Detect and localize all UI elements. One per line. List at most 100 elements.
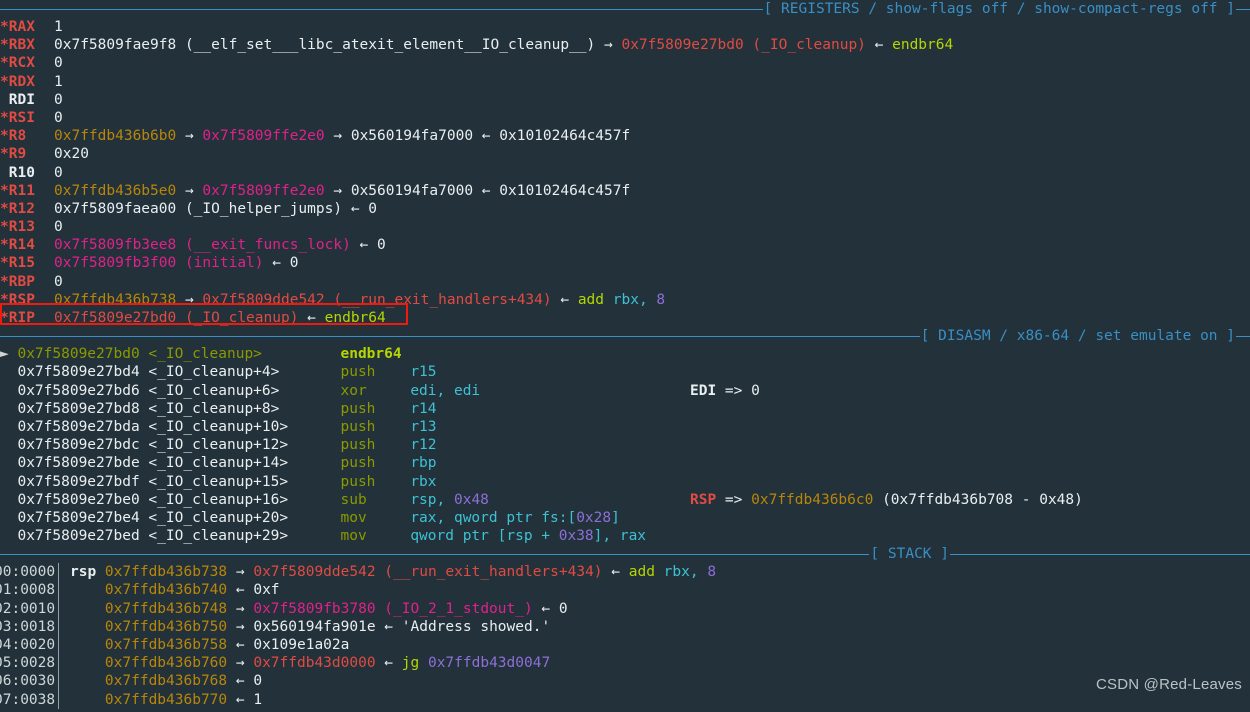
- terminal-screen: [ REGISTERS / show-flags off / show-comp…: [0, 0, 1250, 712]
- disasm-symbol: <_IO_cleanup+6>: [148, 382, 341, 399]
- register-row: *R14 0x7f5809fb3ee8 (__exit_funcs_lock) …: [0, 236, 1250, 254]
- stack-divider: [58, 672, 59, 691]
- disasm-row: 0x7f5809e27bdc <_IO_cleanup+12> push r12: [0, 436, 1250, 454]
- disasm-mnemonic: mov: [340, 509, 411, 526]
- disasm-immediate: 0x38: [558, 528, 594, 545]
- disasm-address: 0x7f5809e27bde: [17, 455, 149, 472]
- disasm-address: 0x7f5809e27bdf: [17, 473, 149, 490]
- register-value-part: 0x7f5809fae9f8: [54, 37, 185, 54]
- register-row: *RAX 1: [0, 18, 1250, 36]
- disasm-row: 0x7f5809e27bdf <_IO_cleanup+15> push rbx: [0, 473, 1250, 491]
- disasm-operand: ]: [611, 509, 620, 526]
- register-value-part: 0: [54, 109, 63, 126]
- register-row: *RBP 0: [0, 273, 1250, 291]
- disasm-side-annotation: RSP => 0x7ffdb436b6c0 (0x7ffdb436b708 - …: [690, 491, 1083, 509]
- register-name: *RIP: [0, 310, 44, 326]
- annotation-expression: (0x7ffdb436b708 - 0x48): [873, 491, 1083, 508]
- disasm-immediate: 0x28: [576, 509, 612, 526]
- stack-row-body: 0x7ffdb436b760 → 0x7ffdb43d0000 ← jg 0x7…: [70, 654, 1250, 672]
- stack-value-part: ←: [532, 600, 559, 617]
- register-value-part: 0x560194fa7000: [350, 182, 474, 199]
- register-row: *R8 0x7ffdb436b6b0 → 0x7f5809ffe2e0 → 0x…: [0, 127, 1250, 145]
- stack-divider: [58, 563, 59, 582]
- register-value-part: 0: [377, 237, 386, 254]
- register-value-part: 0x7f5809faea00 (_IO_helper_jumps): [54, 200, 343, 217]
- stack-row-body: rsp 0x7ffdb436b738 → 0x7f5809dde542 (__r…: [70, 563, 1250, 581]
- disasm-row: 0x7f5809e27bed <_IO_cleanup+29> mov qwor…: [0, 527, 1250, 545]
- disasm-symbol: <_IO_cleanup+15>: [148, 473, 341, 490]
- disasm-operand: qword ptr [rsp +: [410, 528, 559, 545]
- stack-value-part: 0: [253, 673, 263, 690]
- disasm-row-gutter: [0, 510, 17, 526]
- disasm-symbol: <_IO_cleanup>: [148, 346, 341, 363]
- stack-offset: 00:0000: [0, 564, 56, 581]
- stack-value-part: 0x7f5809dde542 (__run_exit_handlers+434): [253, 564, 603, 581]
- register-name: *R13: [0, 219, 44, 236]
- register-name: *RCX: [0, 55, 44, 72]
- stack-value-part: →: [227, 618, 254, 635]
- register-row: R10 0: [0, 164, 1250, 182]
- register-value-part: →: [176, 291, 203, 308]
- register-value-part: 0x7f5809ffe2e0: [202, 182, 325, 199]
- register-value-part: 1: [54, 73, 63, 90]
- register-row: *R15 0x7f5809fb3f00 (initial) ← 0: [0, 254, 1250, 272]
- stack-value-part: ←: [227, 582, 254, 599]
- stack-value-part: 8: [707, 564, 717, 581]
- stack-row: 02:0010 0x7ffdb436b748 → 0x7f5809fb3780 …: [0, 599, 1250, 618]
- disasm-row-gutter: [0, 528, 17, 544]
- disasm-row: ► 0x7f5809e27bd0 <_IO_cleanup> endbr64: [0, 345, 1250, 363]
- stack-value-part: 0x7ffdb436b760: [104, 655, 228, 672]
- register-row: *RSP 0x7ffdb436b738 → 0x7f5809dde542 (__…: [0, 291, 1250, 309]
- register-value-part: →: [595, 37, 622, 54]
- stack-value-part: ←: [227, 673, 254, 690]
- disasm-row: 0x7f5809e27bd6 <_IO_cleanup+6> xor edi, …: [0, 382, 1250, 400]
- annotation-value: 0x7ffdb436b6c0: [751, 491, 874, 508]
- annotation-register: RSP: [690, 491, 717, 508]
- register-row: *RDX 1: [0, 73, 1250, 91]
- register-value-part: 0x7f5809e27bd0 (_IO_cleanup): [54, 310, 299, 326]
- register-name: *R9: [0, 146, 44, 163]
- stack-value-part: 0x7ffdb436b748: [104, 600, 228, 617]
- disasm-banner-label: [ DISASM / x86-64 / set emulate on ]: [920, 328, 1235, 345]
- stack-row-body: 0x7ffdb436b770 ← 1: [70, 691, 1250, 709]
- register-value-part: ←: [263, 255, 290, 272]
- disasm-rule-left: [0, 335, 920, 337]
- stack-value-part: →: [227, 564, 254, 581]
- register-value-part: 0: [289, 255, 299, 272]
- stack-row-body: 0x7ffdb436b740 ← 0xf: [70, 581, 1250, 599]
- stack-value-part: ,: [689, 564, 708, 581]
- register-name: *RSP: [0, 291, 44, 308]
- stack-value-part: ←: [227, 691, 254, 708]
- register-row: RDI 0: [0, 91, 1250, 109]
- stack-value-part: 0x7ffdb436b770: [104, 691, 228, 708]
- register-value-part: 0: [54, 55, 63, 72]
- register-value-part: 8: [656, 291, 666, 308]
- register-value-part: 0x7f5809e27bd0 (_IO_cleanup): [621, 37, 866, 54]
- disassembly-pane: ► 0x7f5809e27bd0 <_IO_cleanup> endbr64 0…: [0, 345, 1250, 545]
- disasm-row: 0x7f5809e27bd8 <_IO_cleanup+8> push r14: [0, 400, 1250, 418]
- stack-row: 07:0038 0x7ffdb436b770 ← 1: [0, 690, 1250, 709]
- stack-section-banner: [ STACK ]: [0, 545, 1250, 563]
- disasm-operand: r15: [410, 364, 437, 381]
- register-row: *R9 0x20: [0, 145, 1250, 163]
- register-value-part: rbx: [612, 291, 639, 308]
- stack-value-part: ←: [375, 655, 402, 672]
- register-value-part: 0: [54, 164, 63, 181]
- disasm-mnemonic: push: [340, 400, 411, 417]
- disasm-operand: ], rax: [593, 528, 647, 545]
- disasm-row: 0x7f5809e27bde <_IO_cleanup+14> push rbp: [0, 454, 1250, 472]
- stack-row: 05:0028 0x7ffdb436b760 → 0x7ffdb43d0000 …: [0, 654, 1250, 673]
- stack-value-part: 0x7ffdb436b738: [104, 564, 228, 581]
- disasm-mnemonic: sub: [340, 491, 411, 508]
- stack-offset: 03:0018: [0, 618, 56, 635]
- disasm-operand: rsp,: [410, 491, 454, 508]
- disasm-symbol: <_IO_cleanup+10>: [148, 418, 341, 435]
- disasm-address: 0x7f5809e27be0: [17, 491, 149, 508]
- register-value-part: 0x7f5809fb3ee8 (__exit_funcs_lock): [54, 237, 351, 254]
- register-name: RDI: [0, 91, 44, 108]
- stack-divider: [58, 654, 59, 673]
- register-name: *RBP: [0, 273, 44, 290]
- disasm-row-gutter: [0, 419, 17, 435]
- stack-pointer-label: [70, 582, 105, 598]
- watermark: CSDN @Red-Leaves: [1096, 675, 1242, 693]
